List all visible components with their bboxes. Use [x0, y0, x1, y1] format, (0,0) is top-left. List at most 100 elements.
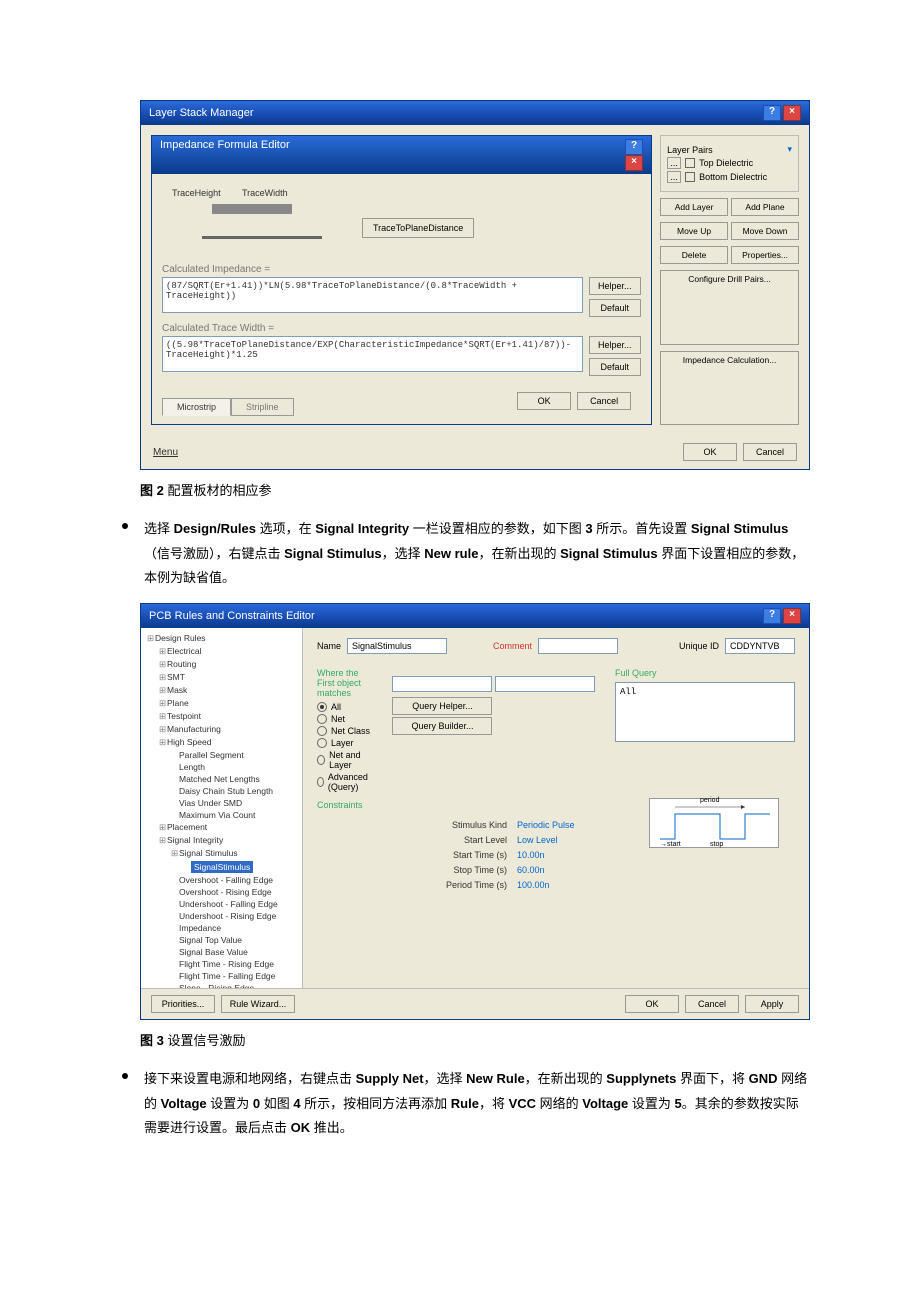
- tree-item[interactable]: ⊞Electrical: [145, 645, 298, 658]
- ok-button[interactable]: OK: [517, 392, 571, 410]
- bottom-dielectric-checkbox[interactable]: [685, 172, 695, 182]
- tree-item[interactable]: ⊞Manufacturing: [145, 723, 298, 736]
- tree-item[interactable]: ⊞Testpoint: [145, 710, 298, 723]
- tree-item-selected: SignalStimulus: [191, 861, 253, 873]
- tree-item[interactable]: ⊞SMT: [145, 671, 298, 684]
- move-down-button[interactable]: Move Down: [731, 222, 799, 240]
- scope-radio[interactable]: Net and Layer: [317, 750, 372, 770]
- tree-item[interactable]: ⊞Design Rules: [145, 632, 298, 645]
- tree-item[interactable]: Undershoot - Rising Edge: [145, 910, 298, 922]
- browse-icon[interactable]: ...: [667, 157, 681, 169]
- tree-item[interactable]: Parallel Segment: [145, 749, 298, 761]
- scope-input-1[interactable]: [392, 676, 492, 692]
- help-icon[interactable]: ?: [763, 608, 781, 624]
- tree-item[interactable]: Signal Top Value: [145, 934, 298, 946]
- tree-item[interactable]: Daisy Chain Stub Length: [145, 785, 298, 797]
- move-up-button[interactable]: Move Up: [660, 222, 728, 240]
- tree-item[interactable]: ⊞Placement: [145, 821, 298, 834]
- tree-item[interactable]: SignalStimulus: [145, 860, 298, 874]
- tracewidth-formula-input[interactable]: ((5.98*TraceToPlaneDistance/EXP(Characte…: [162, 336, 583, 372]
- rules-title: PCB Rules and Constraints Editor: [149, 610, 315, 622]
- query-helper-button[interactable]: Query Helper...: [392, 697, 492, 715]
- cancel-button[interactable]: Cancel: [685, 995, 739, 1013]
- ok-button[interactable]: OK: [683, 443, 737, 461]
- tree-item[interactable]: Signal Base Value: [145, 946, 298, 958]
- comment-input[interactable]: [538, 638, 618, 654]
- help-icon[interactable]: ?: [763, 105, 781, 121]
- priorities-button[interactable]: Priorities...: [151, 995, 215, 1013]
- query-builder-button[interactable]: Query Builder...: [392, 717, 492, 735]
- calc-tracewidth-label: Calculated Trace Width =: [162, 323, 641, 334]
- trace-to-plane-button[interactable]: TraceToPlaneDistance: [362, 218, 474, 238]
- scope-radio[interactable]: Net: [317, 714, 372, 724]
- add-plane-button[interactable]: Add Plane: [731, 198, 799, 216]
- tree-item[interactable]: Slope - Rising Edge: [145, 982, 298, 988]
- cancel-button[interactable]: Cancel: [743, 443, 797, 461]
- full-query-label: Full Query: [615, 668, 795, 678]
- helper-button[interactable]: Helper...: [589, 277, 642, 295]
- tree-item[interactable]: Matched Net Lengths: [145, 773, 298, 785]
- menu-link[interactable]: Menu: [153, 447, 178, 458]
- rule-wizard-button[interactable]: Rule Wizard...: [221, 995, 295, 1013]
- bottom-dielectric-label: Bottom Dielectric: [699, 172, 767, 182]
- tree-item[interactable]: ⊞Plane: [145, 697, 298, 710]
- helper-button[interactable]: Helper...: [589, 336, 642, 354]
- configure-drill-button[interactable]: Configure Drill Pairs...: [660, 270, 799, 345]
- tree-item[interactable]: Vias Under SMD: [145, 797, 298, 809]
- tree-item[interactable]: Length: [145, 761, 298, 773]
- tree-item[interactable]: ⊞Signal Integrity: [145, 834, 298, 847]
- impedance-calc-button[interactable]: Impedance Calculation...: [660, 351, 799, 426]
- scope-radio[interactable]: Net Class: [317, 726, 372, 736]
- waveform-diagram: →start stop period: [649, 798, 779, 848]
- impedance-formula-input[interactable]: (87/SQRT(Er+1.41))*LN(5.98*TraceToPlaneD…: [162, 277, 583, 313]
- apply-button[interactable]: Apply: [745, 995, 799, 1013]
- scope-input-2[interactable]: [495, 676, 595, 692]
- scope-radio[interactable]: All: [317, 702, 372, 712]
- unique-id-label: Unique ID: [679, 641, 719, 651]
- paragraph-1: 选择 Design/Rules 选项，在 Signal Integrity 一栏…: [144, 517, 810, 591]
- constraint-row: Period Time (s)100.00n: [417, 880, 795, 890]
- tree-item[interactable]: ⊞High Speed: [145, 736, 298, 749]
- tree-item[interactable]: Undershoot - Falling Edge: [145, 898, 298, 910]
- top-dielectric-checkbox[interactable]: [685, 158, 695, 168]
- help-icon[interactable]: ?: [625, 139, 643, 155]
- layer-pairs-label: Layer Pairs: [667, 145, 713, 155]
- tree-item[interactable]: Overshoot - Rising Edge: [145, 886, 298, 898]
- full-query-box[interactable]: All: [615, 682, 795, 742]
- add-layer-button[interactable]: Add Layer: [660, 198, 728, 216]
- tree-item[interactable]: ⊞Mask: [145, 684, 298, 697]
- ok-button[interactable]: OK: [625, 995, 679, 1013]
- tree-item[interactable]: Overshoot - Falling Edge: [145, 874, 298, 886]
- tree-item[interactable]: Flight Time - Falling Edge: [145, 970, 298, 982]
- tab-stripline[interactable]: Stripline: [231, 398, 294, 416]
- tree-item[interactable]: ⊞Routing: [145, 658, 298, 671]
- default-button[interactable]: Default: [589, 358, 642, 376]
- delete-button[interactable]: Delete: [660, 246, 728, 264]
- browse-icon[interactable]: ...: [667, 171, 681, 183]
- name-label: Name: [317, 641, 341, 651]
- tree-item[interactable]: ⊞Signal Stimulus: [145, 847, 298, 860]
- close-icon[interactable]: ×: [625, 155, 643, 171]
- close-icon[interactable]: ×: [783, 608, 801, 624]
- rule-name-input[interactable]: [347, 638, 447, 654]
- trace-diagram: TraceHeight TraceWidth TraceToPlaneDista…: [162, 186, 641, 256]
- cancel-button[interactable]: Cancel: [577, 392, 631, 410]
- tree-item[interactable]: Flight Time - Rising Edge: [145, 958, 298, 970]
- outer-titlebar: Layer Stack Manager ? ×: [141, 101, 809, 125]
- wave-start-label: →start: [660, 841, 681, 848]
- tree-item[interactable]: Maximum Via Count: [145, 809, 298, 821]
- wave-stop-label: stop: [710, 841, 723, 848]
- tab-microstrip[interactable]: Microstrip: [162, 398, 231, 416]
- unique-id-input[interactable]: [725, 638, 795, 654]
- constraint-row: Stop Time (s)60.00n: [417, 865, 795, 875]
- side-panel: Layer Pairs ▾ ...Top Dielectric ...Botto…: [660, 135, 799, 425]
- scope-radio[interactable]: Advanced (Query): [317, 772, 372, 792]
- close-icon[interactable]: ×: [783, 105, 801, 121]
- scope-radio[interactable]: Layer: [317, 738, 372, 748]
- paragraph-2: 接下来设置电源和地网络，右键点击 Supply Net，选择 New Rule，…: [144, 1067, 810, 1141]
- layer-stack-manager-window: Layer Stack Manager ? × Impedance Formul…: [140, 100, 810, 470]
- default-button[interactable]: Default: [589, 299, 642, 317]
- tree-item[interactable]: Impedance: [145, 922, 298, 934]
- rules-tree[interactable]: ⊞Design Rules⊞Electrical⊞Routing⊞SMT⊞Mas…: [141, 628, 303, 988]
- properties-button[interactable]: Properties...: [731, 246, 799, 264]
